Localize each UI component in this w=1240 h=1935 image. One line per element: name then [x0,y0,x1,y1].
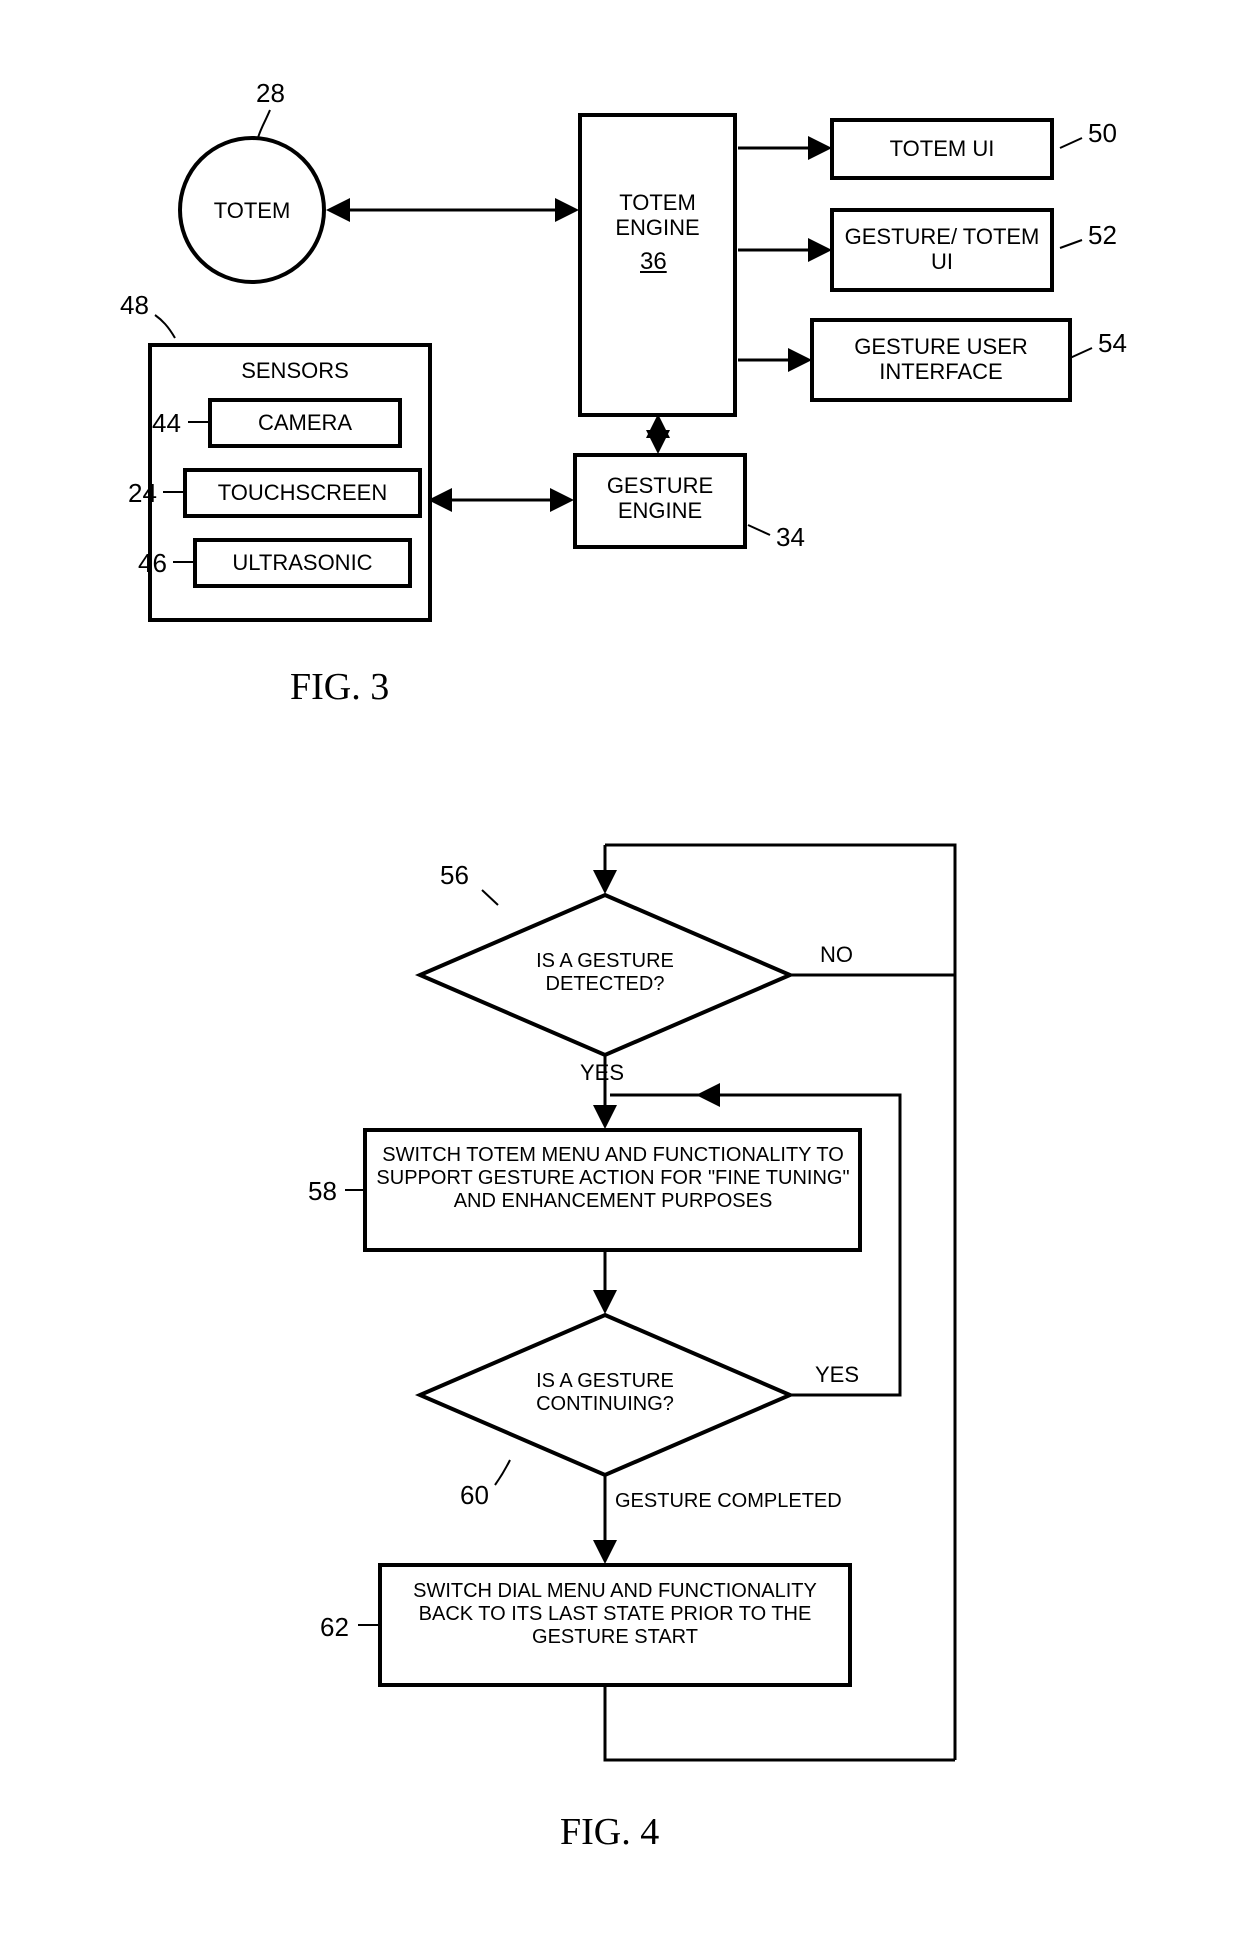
d2-label: IS A GESTURE CONTINUING? [500,1370,710,1416]
ref-54: 54 [1098,328,1127,359]
ultrasonic-label: ULTRASONIC [195,550,410,575]
totem-label: TOTEM [212,198,292,223]
d1-label: IS A GESTURE DETECTED? [500,950,710,996]
ref-50: 50 [1088,118,1117,149]
gesture-totem-ui-label: GESTURE/ TOTEM UI [832,224,1052,275]
gesture-ui-label: GESTURE USER INTERFACE [812,334,1070,385]
ref-62: 62 [320,1612,349,1643]
ref-56: 56 [440,860,469,891]
ref-28: 28 [256,78,285,109]
ref-48: 48 [120,290,149,321]
d1-yes: YES [580,1060,624,1086]
d2-yes: YES [815,1362,859,1388]
ref-34: 34 [776,522,805,553]
ref-44: 44 [152,408,181,439]
d1-no: NO [820,942,853,968]
totem-ui-label: TOTEM UI [832,136,1052,161]
ref-58: 58 [308,1176,337,1207]
camera-label: CAMERA [210,410,400,435]
fig3-caption: FIG. 3 [290,665,389,709]
totem-engine-ref: 36 [640,248,667,276]
ref-60: 60 [460,1480,489,1511]
touchscreen-label: TOUCHSCREEN [185,480,420,505]
ref-24: 24 [128,478,157,509]
fig4-caption: FIG. 4 [560,1810,659,1854]
ref-52: 52 [1088,220,1117,251]
totem-engine-label: TOTEM ENGINE [580,190,735,241]
p2-label: SWITCH DIAL MENU AND FUNCTIONALITY BACK … [392,1580,838,1649]
sensors-title: SENSORS [220,358,370,383]
p1-label: SWITCH TOTEM MENU AND FUNCTIONALITY TO S… [376,1144,850,1213]
gesture-engine-label: GESTURE ENGINE [575,473,745,524]
d2-done: GESTURE COMPLETED [615,1490,842,1513]
ref-46: 46 [138,548,167,579]
